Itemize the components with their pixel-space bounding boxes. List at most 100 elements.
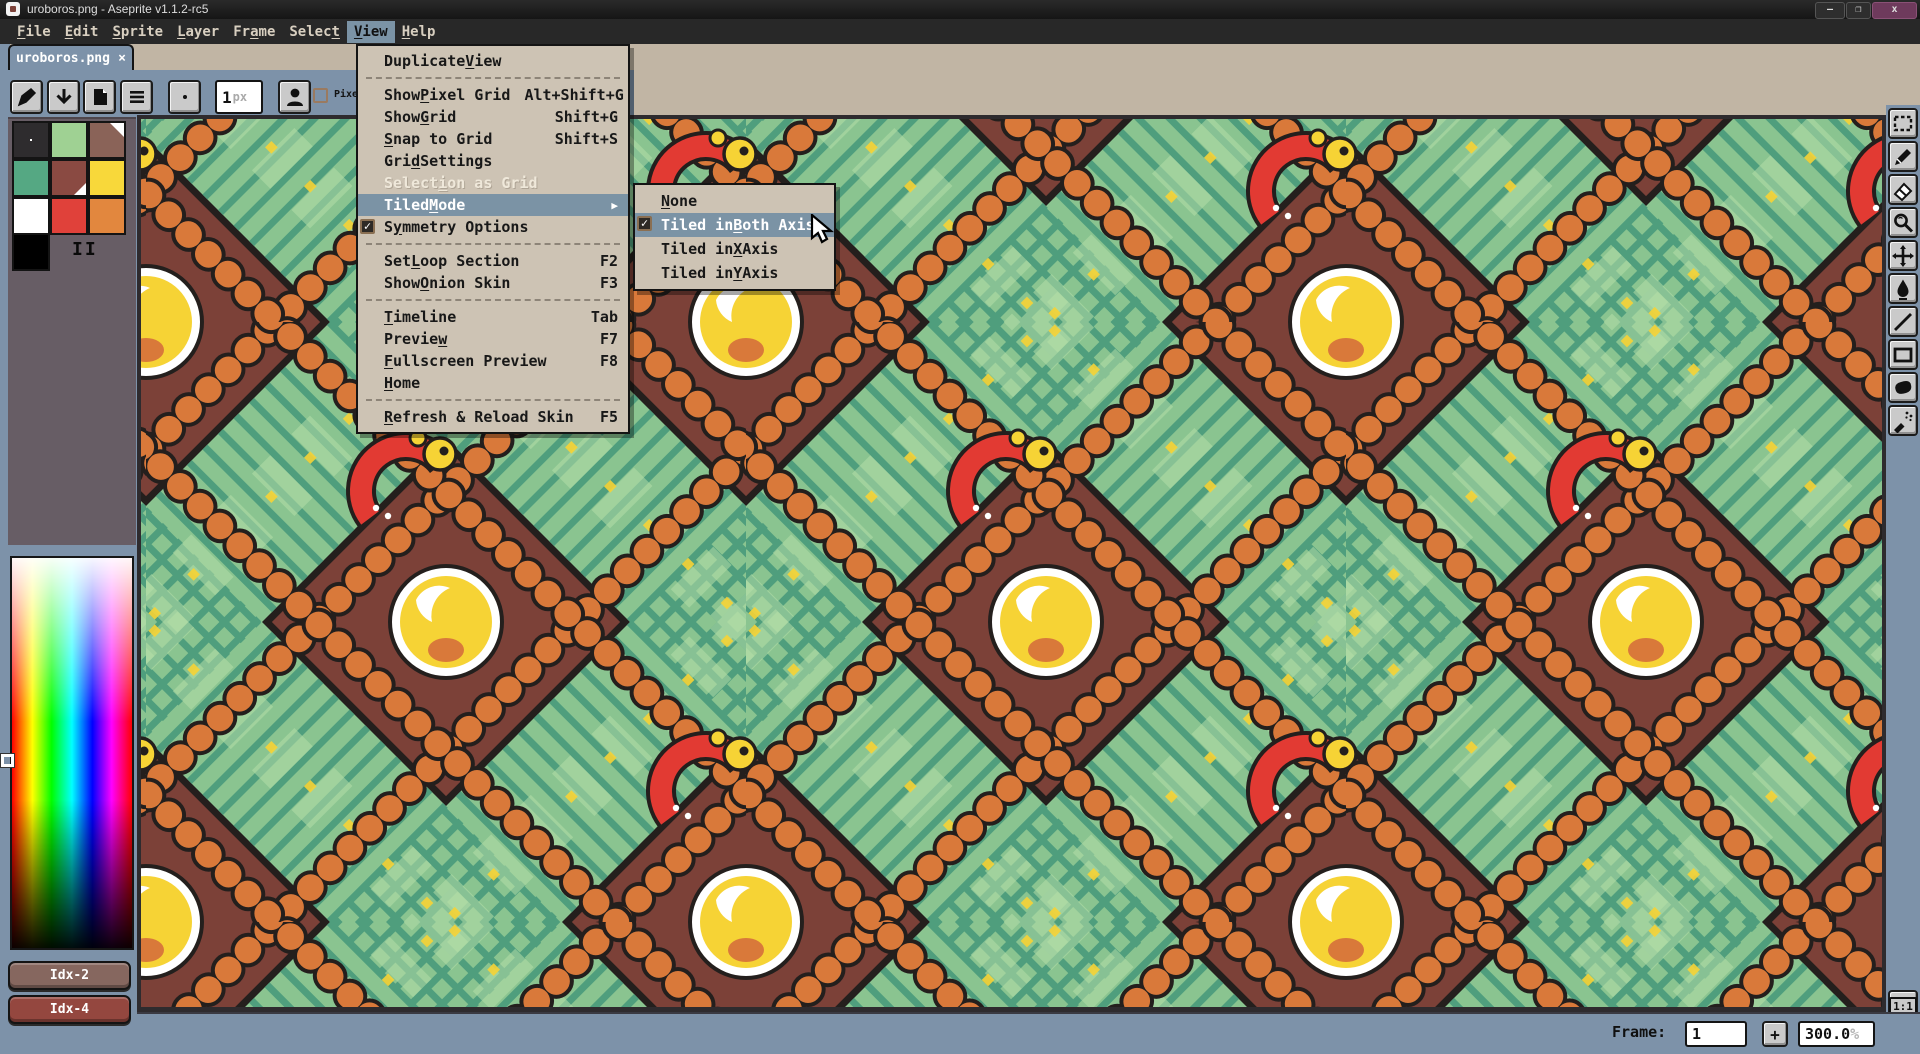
brush-size-value: 1 xyxy=(222,88,232,107)
menubar-item-help[interactable]: Help xyxy=(395,21,443,43)
palette-swatch-6[interactable] xyxy=(12,197,50,235)
minimize-button[interactable]: – xyxy=(1815,2,1845,19)
menu-shortcut: Shift+G xyxy=(541,108,618,126)
menu-item-duplicate-view[interactable]: Duplicate View xyxy=(358,50,628,72)
aseprite-window: uroboros.png - Aseprite v1.1.2-rc5 – ❐ x… xyxy=(0,0,1920,1054)
arrow-down-icon xyxy=(52,85,76,109)
tab-uroboros[interactable]: uroboros.png × xyxy=(8,44,134,70)
tab-strip xyxy=(0,44,1920,70)
menu-item-tiled-y[interactable]: Tiled in Y Axis xyxy=(635,261,834,285)
tool-contour[interactable] xyxy=(1888,372,1918,403)
menubar-item-frame[interactable]: Frame xyxy=(226,21,282,43)
tool-rectangle[interactable] xyxy=(1888,339,1918,370)
menu-item-refresh-reload-skin[interactable]: Refresh & Reload SkinF5 xyxy=(358,406,628,428)
line-icon xyxy=(1891,310,1915,334)
zoom-icon xyxy=(1891,211,1915,235)
dot-icon xyxy=(173,85,197,109)
tool-move[interactable] xyxy=(1888,240,1918,271)
brush-size-unit: px xyxy=(233,90,247,104)
tool-eraser[interactable] xyxy=(1888,174,1918,205)
menu-shortcut: Alt+Shift+G xyxy=(510,86,623,104)
frame-number-input[interactable]: 1 xyxy=(1685,1021,1747,1047)
spray-icon xyxy=(1891,409,1915,433)
menu-item-grid-settings[interactable]: Grid Settings xyxy=(358,150,628,172)
palette-swatch-grid xyxy=(12,121,126,235)
menu-separator xyxy=(358,238,628,250)
palette-button-arrow-down[interactable] xyxy=(47,80,80,114)
menu-separator xyxy=(358,294,628,306)
rectangle-icon xyxy=(1891,343,1915,367)
menu-item-preview[interactable]: PreviewF7 xyxy=(358,328,628,350)
palette-swatch-2[interactable] xyxy=(88,121,126,159)
menu-item-tiled-mode[interactable]: Tiled Mode▶ xyxy=(358,194,628,216)
mouse-cursor xyxy=(810,214,836,248)
menu-item-snap-to-grid[interactable]: Snap to GridShift+S xyxy=(358,128,628,150)
menu-item-tiled-x[interactable]: Tiled in X Axis xyxy=(635,237,834,261)
menubar-item-edit[interactable]: Edit xyxy=(58,21,106,43)
menu-shortcut: F2 xyxy=(586,252,618,270)
pixel-perfect-checkbox[interactable] xyxy=(313,88,328,103)
titlebar: uroboros.png - Aseprite v1.1.2-rc5 – ❐ x xyxy=(0,0,1920,19)
palette-swatch-3[interactable] xyxy=(12,159,50,197)
menubar-item-layer[interactable]: Layer xyxy=(170,21,226,43)
pen-icon xyxy=(15,85,39,109)
menu-item-set-loop-section[interactable]: Set Loop SectionF2 xyxy=(358,250,628,272)
tool-zoom[interactable] xyxy=(1888,207,1918,238)
brush-dot-button[interactable] xyxy=(168,80,201,114)
move-icon xyxy=(1891,244,1915,268)
tool-spray[interactable] xyxy=(1888,405,1918,436)
menu-shortcut: F3 xyxy=(586,274,618,292)
menu-shortcut: Shift+S xyxy=(541,130,618,148)
zoom-level-input[interactable]: 300.0 % xyxy=(1798,1021,1875,1047)
contour-icon xyxy=(1891,376,1915,400)
tool-line[interactable] xyxy=(1888,306,1918,337)
menubar-item-file[interactable]: File xyxy=(10,21,58,43)
frame-plus-button[interactable]: + xyxy=(1762,1021,1788,1047)
tool-paint-bucket[interactable] xyxy=(1888,273,1918,304)
menubar-item-select[interactable]: Select xyxy=(282,21,347,43)
palette-swatch-black[interactable] xyxy=(12,233,50,271)
palette-swatch-5[interactable] xyxy=(88,159,126,197)
brush-size-input[interactable]: 1 px xyxy=(215,80,263,114)
menu-item-timeline[interactable]: TimelineTab xyxy=(358,306,628,328)
menu-item-home[interactable]: Home xyxy=(358,372,628,394)
document-icon xyxy=(88,85,112,109)
palette-swatch-1[interactable] xyxy=(50,121,88,159)
ink-person-button[interactable] xyxy=(278,80,311,114)
tab-close-icon[interactable]: × xyxy=(118,51,126,66)
color-spectrum-picker[interactable] xyxy=(10,556,134,950)
palette-button-list[interactable] xyxy=(120,80,153,114)
tool-rectangular-marquee[interactable] xyxy=(1888,108,1918,139)
checkbox-checked-icon: ✓ xyxy=(637,216,652,231)
menu-item-symmetry-options[interactable]: ✓Symmetry Options xyxy=(358,216,628,238)
palette-swatch-7[interactable] xyxy=(50,197,88,235)
close-button[interactable]: x xyxy=(1872,2,1917,19)
menu-item-fullscreen-preview[interactable]: Fullscreen PreviewF8 xyxy=(358,350,628,372)
restore-button[interactable]: ❐ xyxy=(1846,2,1871,19)
menu-item-show-onion-skin[interactable]: Show Onion SkinF3 xyxy=(358,272,628,294)
palette-button-document[interactable] xyxy=(83,80,116,114)
index-button-idx4[interactable]: Idx-4 xyxy=(8,995,131,1024)
index-button-idx2[interactable]: Idx-2 xyxy=(8,961,131,990)
menu-item-show-grid[interactable]: Show GridShift+G xyxy=(358,106,628,128)
menu-separator xyxy=(358,394,628,406)
menu-item-selection-as-grid: Selection as Grid xyxy=(358,172,628,194)
palette-button-pen[interactable] xyxy=(10,80,43,114)
menu-item-tiled-both[interactable]: ✓Tiled in Both Axis xyxy=(635,213,834,237)
menubar-item-view[interactable]: View xyxy=(347,21,395,43)
menu-separator xyxy=(358,72,628,84)
tool-pencil[interactable] xyxy=(1888,141,1918,172)
palette-swatch-4[interactable] xyxy=(50,159,88,197)
palette-swatch-0[interactable] xyxy=(12,121,50,159)
bucket-icon xyxy=(1891,277,1915,301)
zoom-level-unit: % xyxy=(1850,1025,1859,1043)
list-icon xyxy=(125,85,149,109)
marquee-icon xyxy=(1891,112,1915,136)
palette-swatch-8[interactable] xyxy=(88,197,126,235)
menu-item-show-pixel-grid[interactable]: Show Pixel GridAlt+Shift+G xyxy=(358,84,628,106)
submenu-arrow-icon: ▶ xyxy=(611,199,618,212)
menu-item-tiled-none[interactable]: None xyxy=(635,189,834,213)
menubar-item-sprite[interactable]: Sprite xyxy=(105,21,170,43)
color-picker-marker[interactable] xyxy=(1,754,14,767)
tiled-mode-submenu: None✓Tiled in Both AxisTiled in X AxisTi… xyxy=(633,183,836,291)
